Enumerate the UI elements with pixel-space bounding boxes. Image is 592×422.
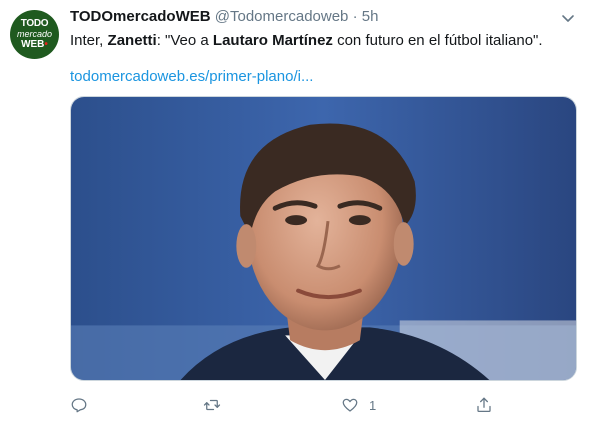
portrait-image [71,97,576,380]
avatar-text-mid: mercado [16,29,52,39]
avatar-text-top: TODO [20,18,49,29]
separator: · [352,8,358,25]
chevron-down-icon[interactable] [560,10,576,26]
reply-icon [71,398,87,413]
tweet-text: Inter, Zanetti: "Veo a Lautaro Martínez … [70,32,543,49]
like-button[interactable]: 1 [341,394,376,416]
timestamp[interactable]: 5h [362,8,379,25]
like-count: 1 [369,397,377,413]
tweet-header: TODOmercadoWEB @Todomercadoweb · 5h [70,8,378,25]
avatar-text-bottom: WEB• [21,39,48,50]
share-button[interactable] [475,394,493,416]
mention-lautaro: Lautaro Martínez [212,32,333,49]
reply-button[interactable] [70,394,88,416]
avatar[interactable]: TODO mercado WEB• [10,10,59,59]
share-icon [477,397,491,413]
mention-zanetti: Zanetti [107,32,157,49]
handle[interactable]: @Todomercadoweb [215,8,349,25]
retweet-button[interactable] [203,394,221,416]
tweet[interactable]: TODO mercado WEB• TODOmercadoWEB @Todome… [0,0,592,422]
display-name[interactable]: TODOmercadoWEB [70,8,211,25]
tweet-image[interactable] [70,96,577,381]
tweet-link[interactable]: todomercadoweb.es/primer-plano/i... [70,68,313,85]
retweet-icon [203,399,221,411]
action-bar: 1 [70,394,510,416]
heart-icon [342,398,358,412]
